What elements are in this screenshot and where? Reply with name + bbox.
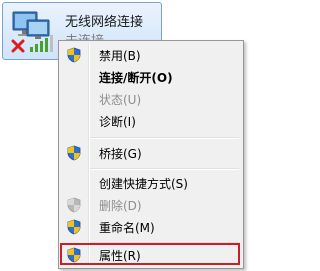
menu-item-create-shortcut[interactable]: 创建快捷方式(S) [61, 172, 241, 194]
menu-separator [90, 168, 239, 170]
menu-item-label: 桥接(G) [99, 147, 142, 161]
menu-item-diagnose[interactable]: 诊断(I) [61, 110, 241, 132]
menu-item-connect-disconnect[interactable]: 连接/断开(O) [61, 66, 241, 88]
menu-item-label: 删除(D) [99, 199, 142, 213]
menu-item-label: 状态(U) [99, 93, 142, 107]
uac-shield-icon [67, 47, 81, 63]
menu-item-label: 连接/断开(O) [99, 71, 173, 85]
context-menu: 禁用(B) 连接/断开(O) 状态(U) 诊断(I) 桥接(G) 创建快捷方式(… [58, 40, 244, 269]
connection-name: 无线网络连接 [65, 15, 144, 30]
signal-bars-icon [30, 35, 53, 52]
uac-shield-icon [67, 197, 81, 213]
uac-shield-icon [67, 145, 81, 161]
menu-item-label: 禁用(B) [99, 49, 141, 63]
menu-item-label: 创建快捷方式(S) [99, 177, 188, 191]
menu-item-label: 重命名(M) [99, 221, 155, 235]
red-x-icon [11, 39, 25, 53]
menu-item-disable[interactable]: 禁用(B) [61, 44, 241, 66]
menu-item-label: 诊断(I) [99, 115, 136, 129]
menu-item-delete[interactable]: 删除(D) [61, 194, 241, 216]
menu-separator [90, 137, 239, 139]
menu-item-bridge[interactable]: 桥接(G) [61, 142, 241, 164]
menu-item-status[interactable]: 状态(U) [61, 88, 241, 110]
uac-shield-icon [67, 219, 81, 235]
menu-item-rename[interactable]: 重命名(M) [61, 216, 241, 238]
properties-highlight-box [60, 243, 240, 265]
